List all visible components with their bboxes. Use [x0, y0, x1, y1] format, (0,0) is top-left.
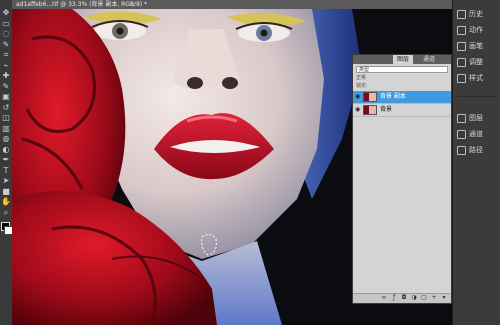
brush-tool-icon[interactable]: ✎ [1, 82, 11, 92]
new-layer-icon[interactable]: + [431, 295, 437, 301]
adjustment-icon[interactable]: ◑ [411, 295, 417, 301]
paths-icon [457, 145, 466, 155]
dock-button[interactable]: 图层 [457, 112, 497, 124]
dock-button-label: 通道 [469, 130, 483, 138]
pen-tool-icon[interactable]: ✒ [1, 155, 11, 165]
dock-button-label: 画笔 [469, 42, 483, 50]
channels-icon [457, 129, 466, 139]
lock-controls[interactable]: 锁定: [356, 83, 448, 89]
fx-icon[interactable]: ƒ [391, 295, 397, 301]
dock-button-label: 调整 [469, 58, 483, 66]
layer-row[interactable]: ◉ 背景 [353, 104, 451, 117]
zoom-tool-icon[interactable]: ⌕ [1, 208, 11, 218]
dock-separator [457, 96, 497, 97]
visibility-eye-icon[interactable]: ◉ [355, 107, 361, 113]
dock-button-label: 动作 [469, 26, 483, 34]
stamp-tool-icon[interactable]: ▣ [1, 92, 11, 102]
dock-button[interactable]: 样式 [457, 72, 497, 84]
dodge-tool-icon[interactable]: ◐ [1, 145, 11, 155]
lasso-tool-icon[interactable]: ◌ [1, 29, 11, 39]
dock-button-label: 样式 [469, 74, 483, 82]
blur-tool-icon[interactable]: ◍ [1, 134, 11, 144]
panel-dock: 历史动作画笔调整样式图层通道路径 [452, 0, 500, 325]
layer-thumbnail [363, 105, 377, 115]
layer-name: 背景 [380, 106, 393, 113]
path-select-tool-icon[interactable]: ➤ [1, 176, 11, 186]
dock-button-label: 路径 [469, 146, 483, 154]
link-icon[interactable]: ∞ [381, 295, 387, 301]
tab-layers[interactable]: 图层 [393, 55, 414, 64]
brush-icon [457, 41, 466, 51]
hand-tool-icon[interactable]: ✋ [1, 197, 11, 207]
layer-name: 背景 副本 [380, 93, 406, 100]
eyedropper-tool-icon[interactable]: ⌁ [1, 61, 11, 71]
dock-button[interactable]: 路径 [457, 144, 497, 156]
dock-button[interactable]: 通道 [457, 128, 497, 140]
visibility-eye-icon[interactable]: ◉ [355, 94, 361, 100]
layers-footer: ∞ ƒ ◘ ◑ ▢ + ▾ [353, 293, 451, 303]
tab-channels[interactable]: 通道 [423, 55, 435, 64]
actions-icon [457, 25, 466, 35]
layers-panel-titlebar[interactable]: 图层 通道 [353, 55, 451, 64]
dock-button[interactable]: 动作 [457, 24, 497, 36]
type-tool-icon[interactable]: T [1, 166, 11, 176]
history-icon [457, 9, 466, 19]
dock-button[interactable]: 历史 [457, 8, 497, 20]
document-tab-label: ad1affeb6...tif @ 33.3% (背景 副本, RGB/8) * [16, 1, 148, 8]
eraser-tool-icon[interactable]: ◫ [1, 113, 11, 123]
layer-thumbnail [363, 92, 377, 102]
quick-select-tool-icon[interactable]: ✎ [1, 40, 11, 50]
mask-icon[interactable]: ◘ [401, 295, 407, 301]
marquee-tool-icon[interactable]: ▭ [1, 19, 11, 29]
styles-icon [457, 73, 466, 83]
layers-icon [457, 113, 466, 123]
gradient-tool-icon[interactable]: ▥ [1, 124, 11, 134]
history-brush-tool-icon[interactable]: ↺ [1, 103, 11, 113]
dock-button[interactable]: 调整 [457, 56, 497, 68]
adjust-icon [457, 57, 466, 67]
dock-button-label: 历史 [469, 10, 483, 18]
heal-tool-icon[interactable]: ✚ [1, 71, 11, 81]
move-tool-icon[interactable]: ✥ [1, 8, 11, 18]
layer-row[interactable]: ◉ 背景 副本 [353, 91, 451, 104]
dock-button-label: 图层 [469, 114, 483, 122]
layers-panel: 图层 通道 类型 正常 锁定: ◉ 背景 副本 ◉ 背景 ∞ ƒ ◘ ◑ ▢ + ▾ [352, 54, 452, 304]
crop-tool-icon[interactable]: ⌗ [1, 50, 11, 60]
layer-kind-filter[interactable]: 类型 [356, 66, 448, 73]
trash-icon[interactable]: ▾ [441, 295, 447, 301]
shape-tool-icon[interactable]: ■ [1, 187, 11, 197]
dock-button[interactable]: 画笔 [457, 40, 497, 52]
group-icon[interactable]: ▢ [421, 295, 427, 301]
blend-mode-select[interactable]: 正常 [356, 75, 448, 82]
close-icon[interactable]: × [129, 0, 134, 9]
